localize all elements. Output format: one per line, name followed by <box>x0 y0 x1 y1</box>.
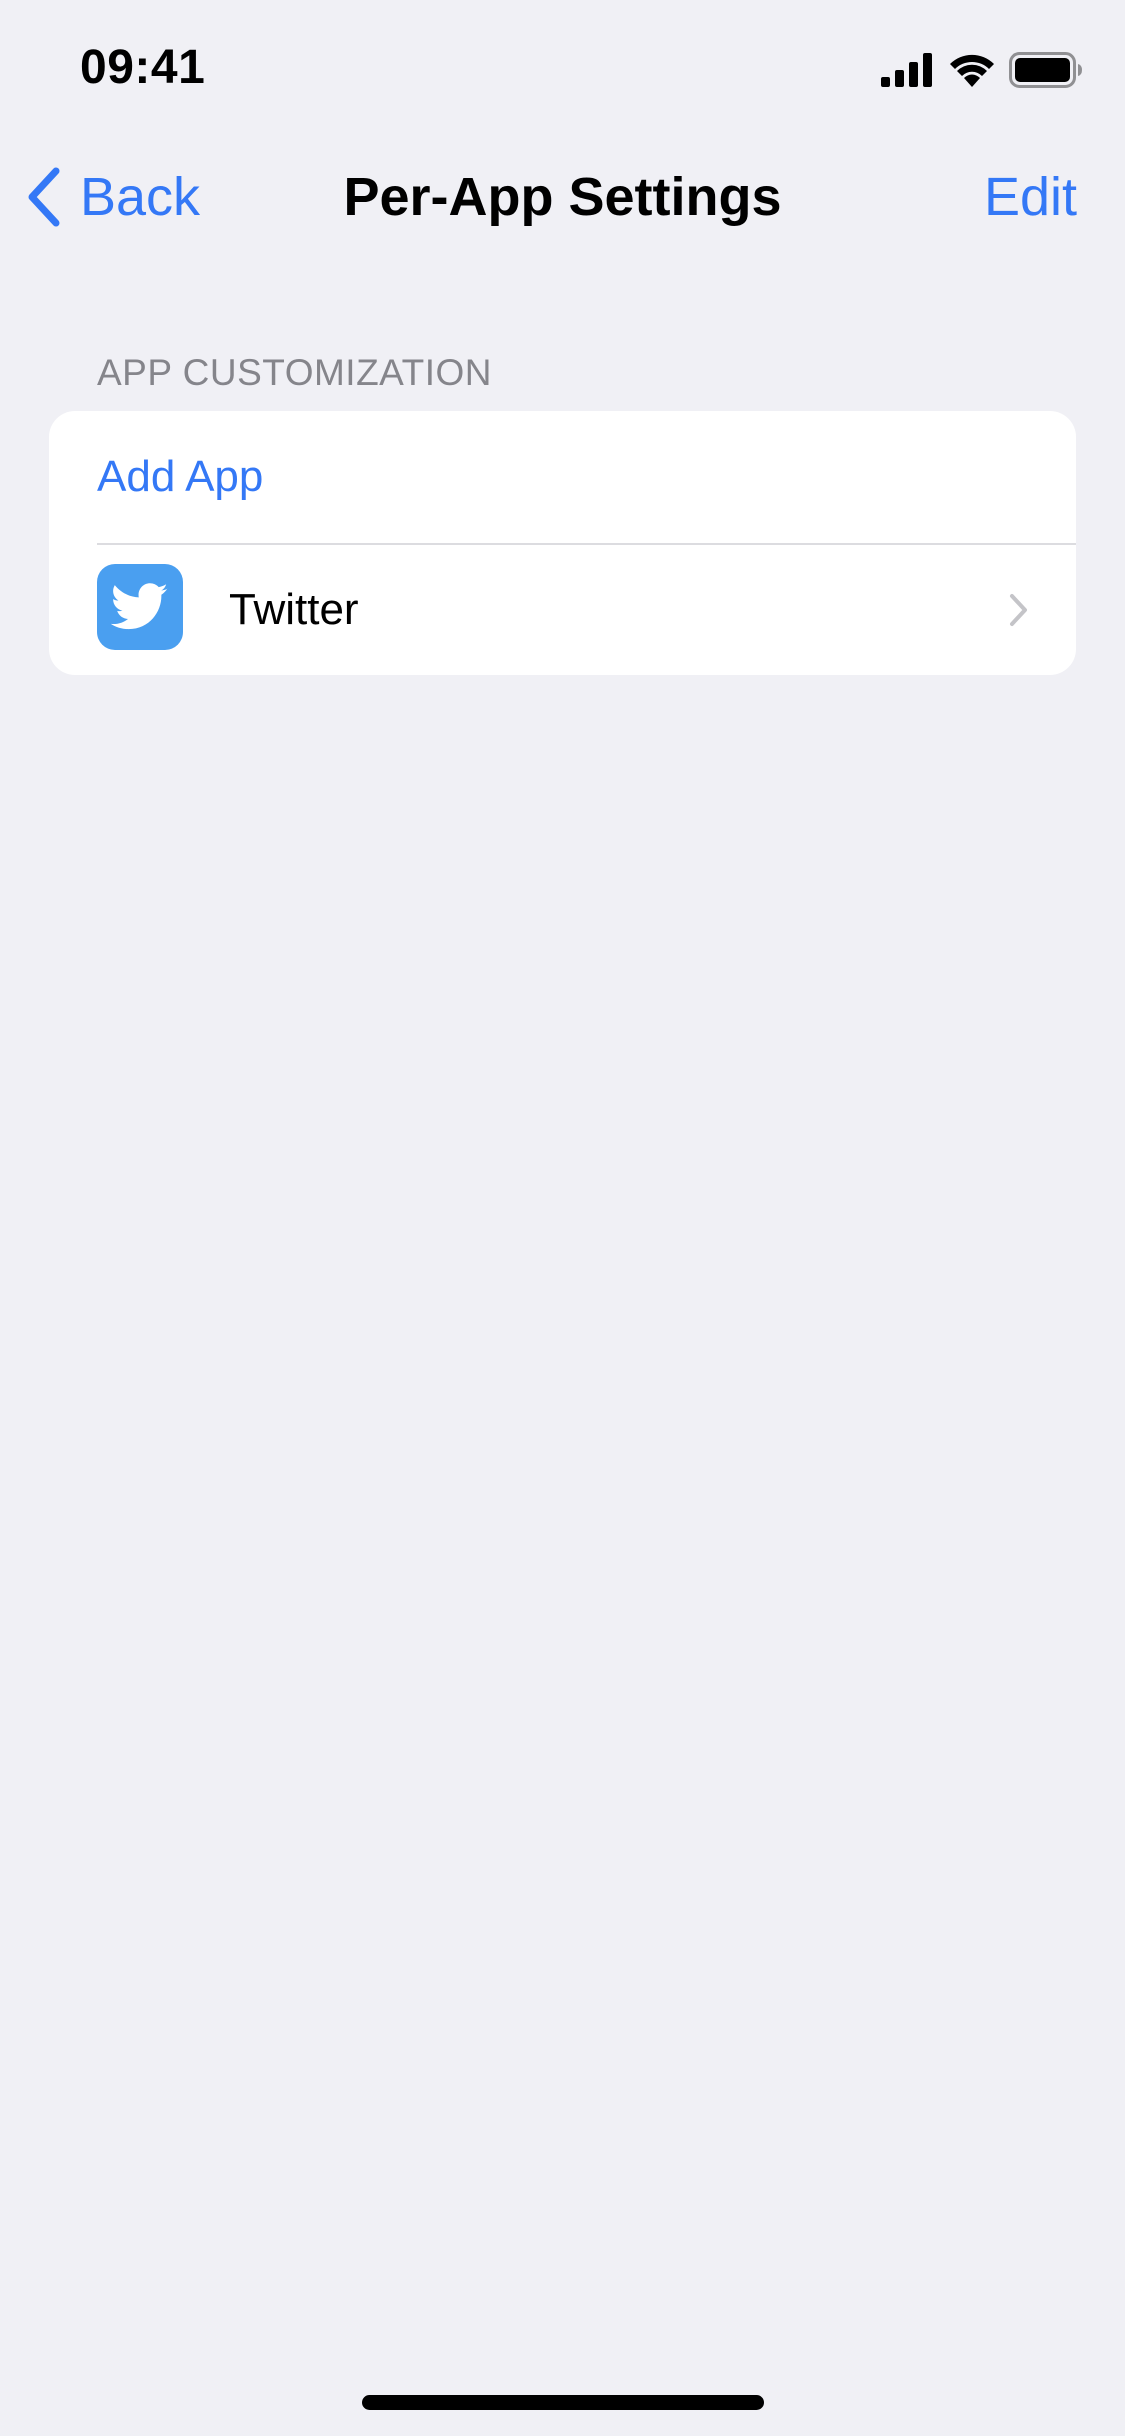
list-item-twitter[interactable]: Twitter <box>49 545 1076 675</box>
status-time: 09:41 <box>80 41 206 94</box>
status-icons <box>881 50 1083 90</box>
edit-button[interactable]: Edit <box>984 166 1077 228</box>
add-app-label: Add App <box>97 452 264 501</box>
twitter-app-icon <box>97 564 183 650</box>
app-list-group: Add App Twitter <box>49 411 1076 675</box>
page-title: Per-App Settings <box>343 167 782 227</box>
battery-icon <box>1009 52 1082 88</box>
add-app-button[interactable]: Add App <box>49 411 1076 543</box>
cellular-signal-icon <box>881 53 932 87</box>
chevron-right-icon <box>1010 594 1027 626</box>
twitter-bird-icon <box>111 583 168 630</box>
wifi-icon <box>950 54 994 87</box>
app-name-label: Twitter <box>229 585 359 634</box>
section-header: APP CUSTOMIZATION <box>97 352 492 393</box>
home-indicator[interactable] <box>362 2395 764 2410</box>
